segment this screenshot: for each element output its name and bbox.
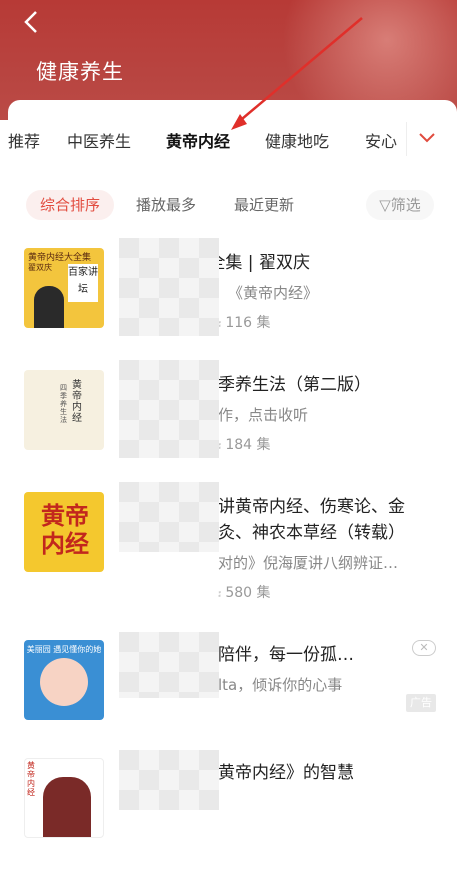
content-panel: 推荐 中医养生 黄帝内经 健康地吃 安心 综合排序 播放最多 最近更新 ▽筛选 … bbox=[8, 100, 457, 838]
chevron-down-icon[interactable] bbox=[406, 122, 446, 156]
chevron-left-icon[interactable] bbox=[24, 10, 48, 38]
filter-label: 筛选 bbox=[390, 196, 421, 214]
close-icon[interactable]: ✕ bbox=[412, 640, 436, 656]
page-title: 健康养生 bbox=[36, 60, 124, 84]
ad-list-item[interactable]: 美丽园 遇见懂你的她 陪伴，每一份孤… lta，倾诉你的心事 ✕ 广告 bbox=[8, 632, 457, 752]
sort-comprehensive[interactable]: 综合排序 bbox=[26, 190, 115, 220]
mosaic-blur bbox=[119, 482, 219, 552]
cover-person bbox=[43, 777, 91, 837]
tab-huangdi-neijing[interactable]: 黄帝内经 bbox=[166, 128, 230, 152]
ad-cover: 美丽园 遇见懂你的她 bbox=[24, 640, 104, 720]
mosaic-blur bbox=[119, 750, 219, 810]
cover-badge: 百家讲坛 bbox=[68, 264, 98, 302]
mosaic-blur bbox=[119, 360, 219, 458]
album-cover: 黄帝内经 bbox=[24, 758, 104, 838]
sound-wave-icon: ᎓ bbox=[218, 585, 222, 601]
cover-author: 翟双庆 bbox=[28, 263, 52, 272]
list-item[interactable]: 黄帝内经大全集 翟双庆 百家讲坛 百 帝内经大全集 | 翟双庆 《黄帝内经》 ᎓… bbox=[8, 238, 457, 360]
cover-subtitle: 四季养生法 bbox=[60, 384, 67, 424]
sort-most-played[interactable]: 播放最多 bbox=[136, 190, 196, 220]
ad-badge: 广告 bbox=[406, 694, 436, 712]
tab-tcm-health[interactable]: 中医养生 bbox=[67, 128, 131, 152]
tab-anxin[interactable]: 安心 bbox=[365, 128, 397, 152]
list-item[interactable]: 黄帝内经 黄帝内经》的智慧 bbox=[8, 750, 457, 870]
album-subtitle: 对的》倪海厦讲八纲辨证… bbox=[218, 554, 399, 572]
album-cover: 黄帝内经 四季养生法 bbox=[24, 370, 104, 450]
cover-title: 美丽园 遇见懂你的她 bbox=[26, 645, 102, 654]
filter-button[interactable]: ▽筛选 bbox=[366, 190, 434, 220]
sort-bar: 综合排序 播放最多 最近更新 ▽筛选 bbox=[8, 188, 457, 222]
sort-latest-update[interactable]: 最近更新 bbox=[234, 190, 294, 220]
episode-count: ᎓ 580 集 bbox=[218, 585, 271, 601]
cover-title: 黄帝内经 bbox=[72, 380, 82, 424]
list-item[interactable]: 黄帝内经 四季养生法 季养生法（第二版） 作，点击收听 ᎓ 184 集 bbox=[8, 360, 457, 482]
mosaic-blur bbox=[119, 632, 219, 698]
cover-person bbox=[34, 286, 64, 328]
avatar bbox=[40, 658, 88, 706]
list-item[interactable]: 黄帝内经 讲黄帝内经、伤寒论、金 灸、神农本草经（转载） 对的》倪海厦讲八纲辨证… bbox=[8, 482, 457, 604]
mosaic-blur bbox=[119, 238, 219, 336]
category-tabs: 推荐 中医养生 黄帝内经 健康地吃 安心 bbox=[8, 112, 457, 162]
tab-healthy-eating[interactable]: 健康地吃 bbox=[265, 128, 329, 152]
cover-title: 黄帝内经 bbox=[41, 502, 89, 558]
tab-recommend[interactable]: 推荐 bbox=[8, 128, 40, 152]
cover-title: 黄帝内经 bbox=[27, 761, 35, 797]
filter-icon: ▽ bbox=[379, 196, 391, 214]
album-cover: 黄帝内经大全集 翟双庆 百家讲坛 bbox=[24, 248, 104, 328]
album-cover: 黄帝内经 bbox=[24, 492, 104, 572]
